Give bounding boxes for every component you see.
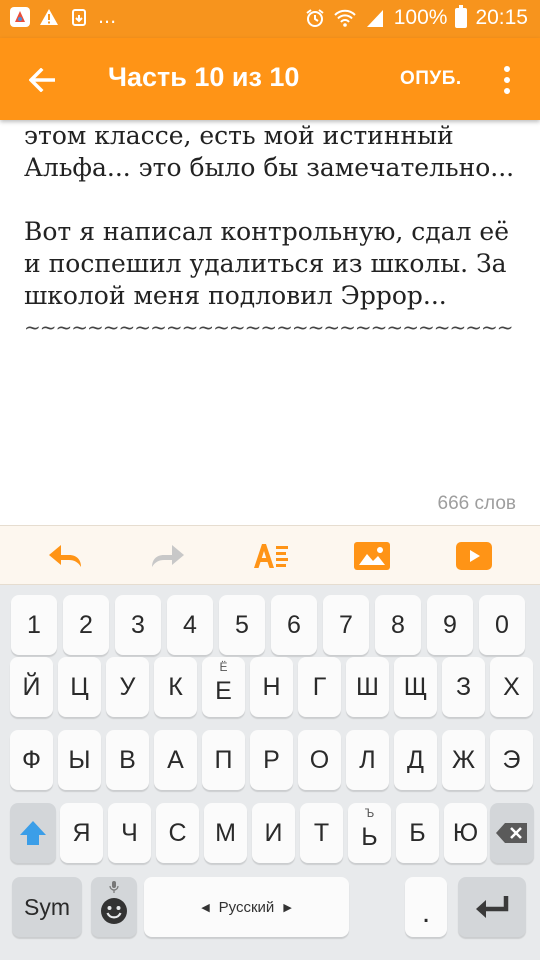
redo-button[interactable]: [143, 536, 193, 576]
key-letter[interactable]: Ц: [58, 657, 101, 717]
key-5[interactable]: 5: [219, 595, 265, 655]
battery-icon: [455, 5, 468, 28]
enter-icon: [476, 896, 509, 918]
clock: 20:15: [475, 6, 528, 29]
clipboard-notification-icon: [68, 6, 90, 28]
insert-video-icon: [456, 542, 492, 570]
key-letter[interactable]: Д: [394, 730, 437, 790]
battery-percent: 100%: [393, 6, 448, 29]
signal-icon: [364, 7, 386, 29]
insert-image-button[interactable]: [347, 536, 397, 576]
period-key[interactable]: .: [405, 877, 447, 937]
key-letter[interactable]: К: [154, 657, 197, 717]
back-arrow-icon: [29, 68, 55, 92]
more-options-button[interactable]: [492, 60, 522, 100]
key-label: Е: [215, 676, 232, 705]
text-format-icon: [254, 544, 288, 568]
emoji-icon: [101, 898, 127, 924]
key-letter[interactable]: З: [442, 657, 485, 717]
key-4[interactable]: 4: [167, 595, 213, 655]
period-label: .: [421, 896, 431, 929]
key-letter[interactable]: В: [106, 730, 149, 790]
key-7[interactable]: 7: [323, 595, 369, 655]
space-key[interactable]: ◀ Русский ▶: [144, 877, 349, 937]
warning-icon: [38, 6, 60, 28]
alarm-icon: [304, 7, 326, 29]
key-letter[interactable]: Г: [298, 657, 341, 717]
key-letter[interactable]: Э: [490, 730, 533, 790]
key-letter[interactable]: Ш: [346, 657, 389, 717]
key-letter[interactable]: Ч: [108, 803, 151, 863]
status-bar: ... 100% 20:15: [0, 0, 540, 38]
key-9[interactable]: 9: [427, 595, 473, 655]
language-right-arrow-icon: ▶: [283, 901, 292, 914]
key-hint: Ё: [219, 660, 228, 674]
app-notification-icon: [10, 7, 30, 27]
key-letter[interactable]: Б: [396, 803, 439, 863]
key-letter[interactable]: Ы: [58, 730, 101, 790]
key-letter[interactable]: Н: [250, 657, 293, 717]
formatting-toolbar: [0, 525, 540, 585]
key-8[interactable]: 8: [375, 595, 421, 655]
mic-hint-icon: [109, 881, 119, 893]
scene-separator[interactable]: ~~~~~~~~~~~~~~~~~~~~~~~~~~~~~~~: [24, 314, 524, 340]
shift-arrow-icon: [20, 821, 46, 845]
emoji-key[interactable]: [91, 877, 137, 937]
undo-icon: [49, 545, 81, 567]
key-6[interactable]: 6: [271, 595, 317, 655]
story-editor[interactable]: молочный шоколад. Возможно, в этом класс…: [0, 120, 540, 525]
key-letter[interactable]: Т: [300, 803, 343, 863]
key-letter[interactable]: С: [156, 803, 199, 863]
key-letter[interactable]: Я: [60, 803, 103, 863]
key-letter-e[interactable]: Ё Е: [202, 657, 245, 717]
on-screen-keyboard: 1 2 3 4 5 6 7 8 9 0 Й Ц У К Ё Е Н Г Ш Щ …: [0, 585, 540, 960]
word-count: 666 слов: [437, 493, 516, 514]
key-letter[interactable]: М: [204, 803, 247, 863]
editor-paragraph[interactable]: Вот я написал контрольную, сдал её и пос…: [24, 216, 524, 312]
key-letter[interactable]: Щ: [394, 657, 437, 717]
key-2[interactable]: 2: [63, 595, 109, 655]
publish-button[interactable]: ОПУБ.: [400, 68, 462, 90]
backspace-key[interactable]: [490, 803, 534, 863]
sym-key[interactable]: Sym: [12, 877, 82, 937]
key-letter[interactable]: Й: [10, 657, 53, 717]
space-language-label: Русский: [218, 898, 275, 916]
key-letter[interactable]: Л: [346, 730, 389, 790]
editor-paragraph[interactable]: молочный шоколад. Возможно, в этом класс…: [24, 120, 524, 184]
key-letter[interactable]: У: [106, 657, 149, 717]
app-bar: Часть 10 из 10 ОПУБ.: [0, 38, 540, 120]
redo-icon: [152, 545, 184, 567]
language-left-arrow-icon: ◀: [201, 901, 210, 914]
key-letter[interactable]: О: [298, 730, 341, 790]
key-letter[interactable]: Ф: [10, 730, 53, 790]
undo-button[interactable]: [40, 536, 90, 576]
more-vert-icon: [504, 66, 510, 72]
shift-key[interactable]: [10, 803, 56, 863]
back-button[interactable]: [22, 60, 62, 100]
insert-video-button[interactable]: [449, 536, 499, 576]
key-label: Ь: [361, 822, 378, 851]
key-letter[interactable]: Р: [250, 730, 293, 790]
key-letter-soft-sign[interactable]: Ъ Ь: [348, 803, 391, 863]
key-letter[interactable]: И: [252, 803, 295, 863]
backspace-icon: [496, 823, 527, 843]
insert-image-icon: [354, 542, 390, 570]
key-letter[interactable]: Х: [490, 657, 533, 717]
key-letter[interactable]: Ю: [444, 803, 487, 863]
key-3[interactable]: 3: [115, 595, 161, 655]
key-hint: Ъ: [364, 806, 375, 820]
key-0[interactable]: 0: [479, 595, 525, 655]
wifi-icon: [334, 7, 356, 29]
key-letter[interactable]: П: [202, 730, 245, 790]
enter-key[interactable]: [458, 877, 526, 937]
key-letter[interactable]: А: [154, 730, 197, 790]
key-1[interactable]: 1: [11, 595, 57, 655]
more-notifications-text: ...: [98, 6, 117, 28]
key-letter[interactable]: Ж: [442, 730, 485, 790]
page-title: Часть 10 из 10: [108, 62, 300, 92]
text-format-button[interactable]: [246, 536, 296, 576]
